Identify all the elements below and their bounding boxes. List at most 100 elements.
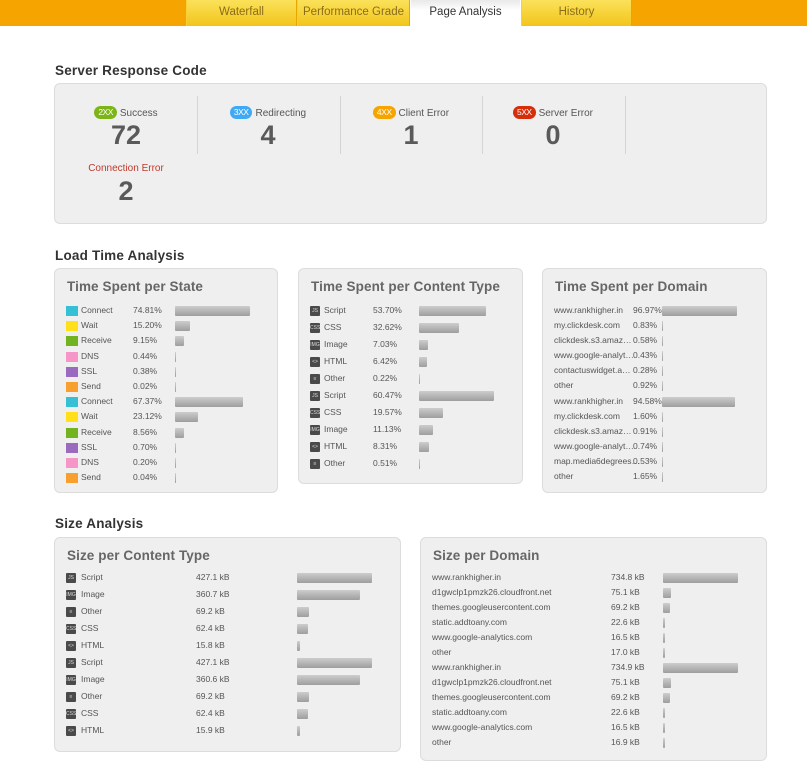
item-label: Script bbox=[324, 305, 346, 315]
css-file-icon: CSS bbox=[66, 709, 76, 719]
item-bar bbox=[175, 412, 198, 423]
item-bar bbox=[662, 366, 663, 377]
item-value: 11.13% bbox=[373, 424, 402, 434]
item-bar bbox=[662, 396, 735, 407]
html-file-icon: <> bbox=[66, 726, 76, 736]
script-file-icon: JS bbox=[310, 306, 320, 316]
code-3xx-count: 4 bbox=[260, 120, 276, 150]
legend-swatch-icon bbox=[66, 306, 78, 316]
item-bar bbox=[297, 641, 300, 651]
other-file-icon: ≡ bbox=[66, 692, 76, 702]
size-analysis-title: Size Analysis bbox=[55, 516, 144, 531]
time-per-domain-card: Time Spent per Domain www.rankhigher.in 9… bbox=[542, 268, 767, 493]
item-value: 75.1 kB bbox=[611, 587, 640, 597]
item-bar bbox=[663, 633, 665, 643]
item-label: Connect bbox=[81, 396, 113, 407]
item-bar bbox=[297, 590, 360, 600]
item-value: 16.5 kB bbox=[611, 632, 640, 642]
tab-history[interactable]: History bbox=[521, 0, 632, 26]
time-per-content-type-card: Time Spent per Content Type JS Script 53.7… bbox=[298, 268, 523, 484]
item-bar bbox=[419, 340, 428, 350]
item-value: 0.58% bbox=[633, 335, 658, 346]
item-value: 15.9 kB bbox=[196, 725, 225, 735]
item-value: 22.6 kB bbox=[611, 707, 640, 717]
time-per-state-title: Time Spent per State bbox=[67, 279, 204, 294]
divider bbox=[625, 96, 626, 154]
item-bar bbox=[175, 306, 250, 316]
badge-4xx: 4XX bbox=[372, 106, 396, 119]
html-file-icon: <> bbox=[310, 357, 320, 367]
item-label: Image bbox=[324, 339, 348, 349]
item-bar bbox=[663, 708, 665, 718]
item-bar bbox=[419, 459, 420, 469]
item-label: Script bbox=[81, 657, 103, 667]
item-label: other bbox=[432, 737, 452, 747]
item-value: 60.47% bbox=[373, 390, 402, 400]
item-bar bbox=[297, 726, 300, 736]
item-bar bbox=[175, 442, 176, 453]
item-label: Receive bbox=[81, 426, 112, 437]
code-4xx-count: 1 bbox=[403, 120, 419, 150]
item-value: 0.83% bbox=[633, 320, 658, 331]
item-value: 0.92% bbox=[633, 380, 658, 391]
item-value: 94.58% bbox=[633, 395, 662, 406]
legend-swatch-icon bbox=[66, 412, 78, 423]
item-bar bbox=[419, 306, 486, 316]
item-label: Other bbox=[324, 373, 346, 383]
item-bar bbox=[419, 442, 429, 452]
item-bar bbox=[175, 321, 190, 332]
code-3xx-label: Redirecting bbox=[255, 108, 307, 119]
item-bar bbox=[662, 321, 663, 332]
item-label: other bbox=[554, 471, 574, 482]
item-bar bbox=[297, 573, 372, 583]
item-value: 0.91% bbox=[633, 425, 658, 436]
item-bar bbox=[297, 658, 372, 668]
item-bar bbox=[662, 472, 663, 483]
item-bar bbox=[663, 738, 665, 748]
tab-page-analysis[interactable]: Page Analysis bbox=[410, 0, 521, 26]
item-bar bbox=[175, 381, 176, 392]
item-label: other bbox=[432, 647, 452, 657]
item-label: HTML bbox=[324, 441, 348, 451]
tab-performance-grade[interactable]: Performance Grade bbox=[297, 0, 410, 26]
connection-error-count: 2 bbox=[118, 176, 134, 206]
item-bar bbox=[663, 618, 665, 628]
item-value: 7.03% bbox=[373, 339, 398, 349]
item-value: 74.81% bbox=[133, 305, 162, 315]
item-label: Other bbox=[81, 606, 103, 616]
item-label: DNS bbox=[81, 350, 99, 361]
item-value: 62.4 kB bbox=[196, 623, 225, 633]
item-label: Script bbox=[324, 390, 346, 400]
item-label: www.rankhigher.in bbox=[432, 572, 501, 582]
legend-swatch-icon bbox=[66, 473, 78, 484]
item-value: 17.0 kB bbox=[611, 647, 640, 657]
tab-waterfall[interactable]: Waterfall bbox=[186, 0, 297, 26]
legend-swatch-icon bbox=[66, 457, 78, 468]
code-5xx: 5XX Server Error 0 bbox=[482, 106, 624, 150]
item-value: 0.53% bbox=[633, 455, 658, 466]
item-value: 0.44% bbox=[133, 350, 158, 361]
load-time-title: Load Time Analysis bbox=[55, 248, 185, 263]
item-bar bbox=[297, 624, 308, 634]
item-label: www.rankhigher.in bbox=[432, 662, 501, 672]
legend-swatch-icon bbox=[66, 336, 78, 347]
server-response-title: Server Response Code bbox=[55, 63, 207, 78]
item-label: CSS bbox=[81, 623, 99, 633]
code-2xx: 2XX Success 72 bbox=[55, 106, 197, 150]
image-file-icon: IMG bbox=[66, 675, 76, 685]
item-value: 0.70% bbox=[133, 441, 158, 452]
item-bar bbox=[175, 473, 176, 484]
item-value: 0.38% bbox=[133, 365, 158, 376]
script-file-icon: JS bbox=[66, 658, 76, 668]
item-label: Send bbox=[81, 380, 101, 391]
time-per-domain-title: Time Spent per Domain bbox=[555, 279, 708, 294]
item-bar bbox=[662, 351, 663, 362]
legend-swatch-icon bbox=[66, 366, 78, 377]
item-value: 32.62% bbox=[373, 322, 402, 332]
item-value: 62.4 kB bbox=[196, 708, 225, 718]
item-label: CSS bbox=[324, 407, 342, 417]
item-value: 0.28% bbox=[633, 365, 658, 376]
item-label: Receive bbox=[81, 335, 112, 346]
item-value: 0.02% bbox=[133, 380, 158, 391]
item-label: Connect bbox=[81, 305, 113, 315]
